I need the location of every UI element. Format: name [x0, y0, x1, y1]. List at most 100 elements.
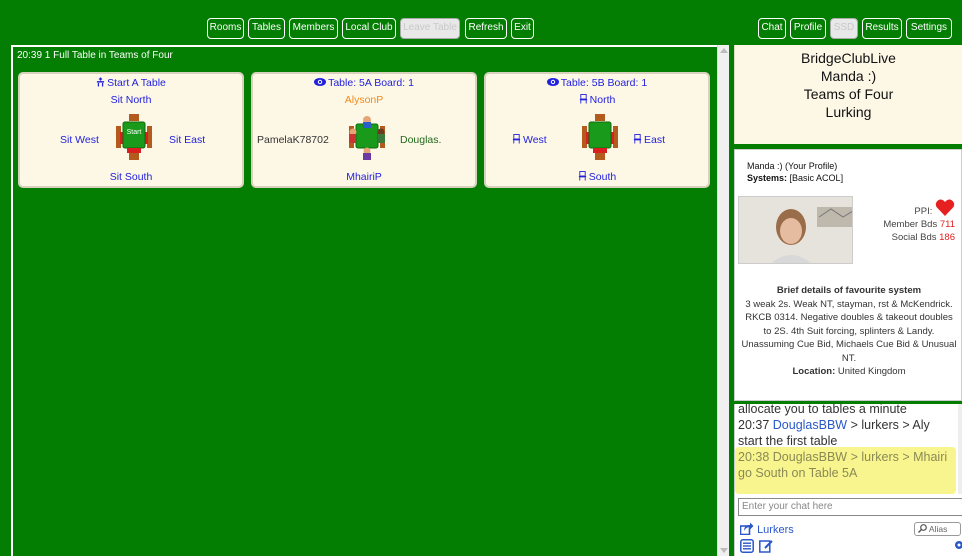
rooms-button[interactable]: Rooms: [207, 18, 244, 39]
location-value: United Kingdom: [837, 366, 906, 377]
social-value: 186: [939, 232, 955, 243]
table-5a-link[interactable]: Table: 5A Board: 1: [253, 77, 475, 89]
profile-button[interactable]: Profile: [790, 18, 826, 39]
user-state: Lurking: [825, 104, 872, 120]
systems-value: [Basic ACOL]: [789, 173, 844, 183]
chat-line: 20:37 DouglasBBW > lurkers > Aly: [735, 417, 962, 433]
chat-button[interactable]: Chat: [758, 18, 786, 39]
start-table-label: Start A Table: [107, 77, 166, 89]
room-info-panel: BridgeClubLive Manda :) Teams of Four Lu…: [734, 45, 962, 144]
table-card-5b: Table: 5B Board: 1 North West East South: [484, 72, 710, 188]
systems-label: Systems:: [747, 173, 788, 183]
favourite-system: Brief details of favourite system 3 weak…: [741, 284, 957, 379]
profile-systems: Systems: [Basic ACOL]: [747, 173, 843, 183]
chat-author[interactable]: DouglasBBW: [773, 450, 847, 464]
profile-header: Manda :) (Your Profile): [747, 161, 838, 171]
details-body: 3 weak 2s. Weak NT, stayman, rst & McKen…: [741, 298, 957, 364]
member-boards: Member Bds 711: [859, 218, 955, 231]
profile-stats: PPI: Member Bds 711 Social Bds 186: [859, 199, 955, 244]
social-label: Social Bds: [891, 232, 937, 243]
location-row: Location: United Kingdom: [741, 365, 957, 379]
tables-button[interactable]: Tables: [248, 18, 285, 39]
start-table-link[interactable]: Start A Table: [20, 77, 242, 89]
member-value: 711: [939, 219, 955, 230]
scroll-down-icon[interactable]: [720, 548, 728, 553]
gear-icon[interactable]: [952, 539, 962, 551]
sit-east-link[interactable]: Sit East: [169, 134, 205, 146]
avatar-photo-icon: [739, 197, 852, 263]
exit-button[interactable]: Exit: [511, 18, 534, 39]
table-5a-title: Table: 5A Board: 1: [328, 77, 414, 89]
table-5b-north-label: North: [589, 94, 616, 106]
occupied-table-icon[interactable]: [343, 114, 391, 160]
table-5a-south: MhairiP: [346, 171, 382, 183]
card-table-icon[interactable]: Start: [110, 114, 158, 160]
avatar: [738, 196, 853, 264]
sit-west-link[interactable]: Sit West: [60, 134, 99, 146]
alias-label: Alias: [928, 524, 948, 534]
chat-line: allocate you to tables a minute: [738, 404, 907, 416]
channel-selector[interactable]: Lurkers: [739, 522, 794, 536]
table-5b-link[interactable]: Table: 5B Board: 1: [486, 77, 708, 89]
table-5b-west-label: West: [523, 134, 547, 146]
chair-icon: [512, 134, 521, 144]
chat-input[interactable]: Enter your chat here: [738, 498, 962, 516]
leave-table-button[interactable]: Leave Table: [400, 18, 460, 39]
table-5b-south-link[interactable]: South: [486, 171, 708, 183]
details-title: Brief details of favourite system: [776, 285, 922, 296]
chat-time: 20:37: [738, 418, 770, 432]
chat-author[interactable]: DouglasBBW: [773, 418, 847, 432]
local-club-button[interactable]: Local Club: [342, 18, 396, 39]
list-icon[interactable]: [740, 539, 754, 553]
location-label: Location:: [792, 366, 836, 377]
eye-icon: [314, 78, 327, 86]
settings-button[interactable]: Settings: [906, 18, 952, 39]
table-5b-east-link[interactable]: East: [633, 134, 665, 146]
table-5b-west-link[interactable]: West: [512, 134, 547, 146]
scroll-up-icon[interactable]: [720, 48, 728, 53]
current-user: Manda :): [820, 68, 877, 84]
ppi-label: PPI:: [914, 206, 933, 217]
table-add-icon: [97, 77, 105, 87]
ssd-button[interactable]: SSD: [830, 18, 858, 39]
chat-line: start the first table: [738, 434, 838, 448]
start-table-text: Start: [127, 129, 142, 136]
heart-icon: [935, 199, 955, 216]
status-line: 20:39 1 Full Table in Teams of Four: [17, 50, 173, 61]
table-5b-south-label: South: [588, 171, 617, 183]
chat-scrollbar[interactable]: [958, 404, 962, 494]
table-5a-east: Douglas.: [400, 134, 442, 146]
profile-panel: Manda :) (Your Profile) Systems: [Basic …: [734, 149, 962, 401]
members-button[interactable]: Members: [289, 18, 338, 39]
table-5b-north-link[interactable]: North: [486, 94, 708, 106]
results-button[interactable]: Results: [862, 18, 902, 39]
chat-text: > lurkers > Mhairi: [850, 450, 948, 464]
alias-button[interactable]: Alias: [914, 522, 961, 536]
room-mode: Teams of Four: [803, 86, 894, 102]
share-icon: [739, 522, 754, 536]
tables-scrollbar[interactable]: [717, 45, 729, 556]
eye-icon: [546, 78, 559, 86]
chat-line: 20:38 DouglasBBW > lurkers > Mhairi: [735, 449, 962, 465]
sit-north-link[interactable]: Sit North: [20, 94, 242, 106]
chat-input-panel: Enter your chat here Lurkers Alias: [734, 494, 962, 556]
chat-text: > lurkers > Aly: [850, 418, 930, 432]
table-5b-title: Table: 5B Board: 1: [560, 77, 648, 89]
ppi-row: PPI:: [859, 199, 955, 218]
table-card-5a: Table: 5A Board: 1 AlysonP PamelaK78702 …: [251, 72, 477, 188]
top-toolbar: Rooms Tables Members Local Club Leave Ta…: [0, 0, 962, 44]
chat-time: 20:38: [738, 450, 770, 464]
chair-icon: [579, 94, 587, 104]
club-name: BridgeClubLive: [801, 50, 896, 66]
table-5a-north: AlysonP: [344, 94, 384, 106]
chair-icon: [633, 134, 642, 144]
chair-icon: [578, 171, 586, 181]
table-5a-west: PamelaK78702: [257, 134, 329, 146]
card-table-icon[interactable]: [576, 114, 624, 160]
search-icon: [918, 524, 927, 533]
chat-log[interactable]: allocate you to tables a minute 20:37 Do…: [734, 404, 962, 494]
sit-south-link[interactable]: Sit South: [20, 171, 242, 183]
refresh-button[interactable]: Refresh: [465, 18, 507, 39]
edit-icon[interactable]: [759, 539, 773, 553]
table-card-new: Start A Table Sit North Sit West Sit Eas…: [18, 72, 244, 188]
